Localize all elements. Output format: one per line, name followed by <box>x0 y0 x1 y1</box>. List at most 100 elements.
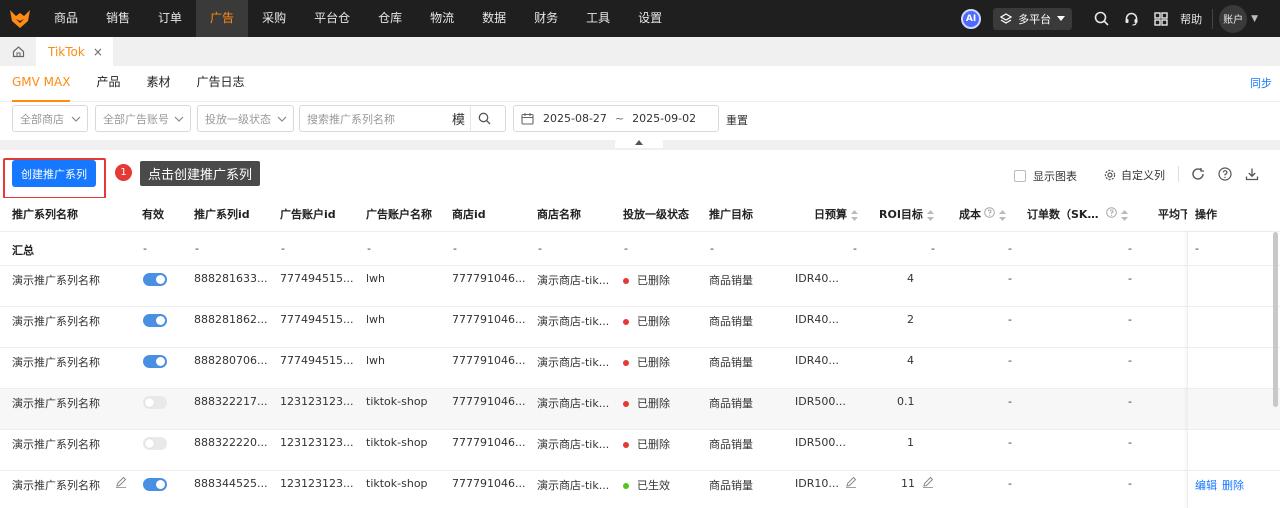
refresh-icon[interactable] <box>1190 166 1206 182</box>
nav-item-products[interactable]: 商品 <box>40 0 92 37</box>
calendar-icon <box>521 113 534 125</box>
campaign-name[interactable]: 演示推广系列名称 <box>12 354 100 370</box>
campaign-name[interactable]: 演示推广系列名称 <box>12 436 100 452</box>
enable-toggle[interactable] <box>143 314 167 327</box>
help-link[interactable]: 帮助 <box>1180 11 1202 27</box>
subtab-materials[interactable]: 素材 <box>146 66 170 102</box>
help-circle-icon[interactable] <box>984 198 995 232</box>
enable-toggle[interactable] <box>143 437 167 450</box>
gear-icon <box>1104 169 1116 181</box>
toggle-knob <box>156 316 165 325</box>
shop-id: 777791046... <box>452 313 526 326</box>
ai-icon[interactable]: AI <box>961 8 982 29</box>
roi-target: 4 <box>907 354 914 367</box>
sort-icon[interactable] <box>926 209 934 221</box>
edit-pencil-icon[interactable] <box>845 476 857 491</box>
fuzzy-mode-toggle[interactable]: 模 <box>452 109 470 128</box>
col-header-cost[interactable]: 成本 <box>959 198 1006 232</box>
grid-icon[interactable] <box>1153 11 1169 27</box>
table-row[interactable]: 演示推广系列名称 888322220... 123123123... tikto… <box>0 430 1280 471</box>
cost: - <box>1008 272 1012 285</box>
col-header-ad-account-name: 广告账户名称 <box>366 208 432 221</box>
shop-name: 演示商店-tik... <box>537 274 610 287</box>
table-row[interactable]: 演示推广系列名称 888280706... 777494515... lwh 7… <box>0 348 1280 389</box>
close-icon[interactable]: × <box>93 45 103 59</box>
summary-cell: - <box>195 242 199 255</box>
shop-select[interactable]: 全部商店 <box>12 105 88 132</box>
subtab-ad-log[interactable]: 广告日志 <box>197 66 245 102</box>
sort-icon[interactable] <box>1121 209 1129 221</box>
table-row[interactable]: 演示推广系列名称 888281862... 777494515... lwh 7… <box>0 307 1280 348</box>
sync-link[interactable]: 同步 <box>1250 75 1272 91</box>
subtab-products[interactable]: 产品 <box>96 66 120 102</box>
shop-select-placeholder: 全部商店 <box>20 112 64 126</box>
platform-switcher[interactable]: 多平台 <box>993 7 1073 30</box>
nav-item-warehouse[interactable]: 仓库 <box>364 0 416 37</box>
nav-item-platform-warehouse[interactable]: 平台仓 <box>300 0 364 37</box>
campaign-name[interactable]: 演示推广系列名称 <box>12 272 100 288</box>
date-range-picker[interactable]: 2025-08-27 ~ 2025-09-02 <box>513 105 719 132</box>
goal: 商品销量 <box>709 315 753 328</box>
home-icon[interactable] <box>0 37 36 66</box>
logo-icon[interactable] <box>0 0 40 37</box>
edit-pencil-icon[interactable] <box>922 476 934 491</box>
enable-toggle[interactable] <box>143 478 167 491</box>
reset-button[interactable]: 重置 <box>726 112 748 128</box>
download-icon[interactable] <box>1244 166 1260 182</box>
help-circle-icon[interactable] <box>1106 198 1118 232</box>
shop-name: 演示商店-tik... <box>537 356 610 369</box>
show-chart-checkbox[interactable] <box>1014 170 1026 182</box>
sort-icon[interactable] <box>851 209 858 221</box>
search-icon[interactable] <box>1093 11 1109 27</box>
nav-item-finance[interactable]: 财务 <box>520 0 572 37</box>
nav-item-sales[interactable]: 销售 <box>92 0 144 37</box>
nav-item-data[interactable]: 数据 <box>468 0 520 37</box>
collapse-filters-icon[interactable] <box>615 136 663 148</box>
enable-toggle[interactable] <box>143 273 167 286</box>
edit-pencil-icon[interactable] <box>115 476 127 491</box>
campaign-name[interactable]: 演示推广系列名称 <box>12 313 100 329</box>
status-text: 已删除 <box>637 274 670 287</box>
create-campaign-button[interactable]: 创建推广系列 <box>12 160 96 187</box>
account-caret-icon[interactable]: ▼ <box>1251 14 1258 24</box>
ad-account-id: 777494515... <box>280 272 354 285</box>
nav-item-tools[interactable]: 工具 <box>572 0 624 37</box>
nav-item-settings[interactable]: 设置 <box>624 0 676 37</box>
headset-icon[interactable] <box>1123 11 1139 27</box>
ad-account-id: 123123123... <box>280 477 354 490</box>
campaign-name[interactable]: 演示推广系列名称 <box>12 395 100 411</box>
enable-toggle[interactable] <box>143 355 167 368</box>
tab-tiktok[interactable]: TikTok × <box>36 37 113 66</box>
sort-icon[interactable] <box>999 209 1006 221</box>
search-icon[interactable] <box>470 106 498 131</box>
show-chart-toggle[interactable]: 显示图表 <box>1014 168 1077 184</box>
col-header-orders[interactable]: 订单数（SK… <box>1027 198 1129 232</box>
subtab-gmv-max[interactable]: GMV MAX <box>12 66 71 102</box>
col-header-budget-label: 日预算 <box>814 208 847 221</box>
search-input[interactable]: 搜索推广系列名称 <box>300 111 452 127</box>
nav-item-ads[interactable]: 广告 <box>196 0 249 37</box>
help-circle-icon[interactable] <box>1217 166 1233 182</box>
col-header-roi[interactable]: ROI目标 <box>879 198 934 232</box>
custom-columns-button[interactable]: 自定义列 <box>1104 167 1165 183</box>
nav-item-logistics[interactable]: 物流 <box>416 0 468 37</box>
col-header-cost-label: 成本 <box>959 208 981 221</box>
status-cell: 已删除 <box>623 272 670 288</box>
summary-cell: - <box>143 242 147 255</box>
enable-toggle[interactable] <box>143 396 167 409</box>
account-avatar[interactable]: 账户 <box>1219 4 1248 33</box>
campaign-name[interactable]: 演示推广系列名称 <box>12 477 100 493</box>
campaign-id: 888280706... <box>194 354 268 367</box>
col-header-avg: 平均下 <box>1158 208 1187 221</box>
date-end: 2025-09-02 <box>632 112 697 125</box>
status-select[interactable]: 投放一级状态 <box>197 105 294 132</box>
vertical-scrollbar[interactable] <box>1273 232 1278 407</box>
table-row[interactable]: 演示推广系列名称 888344525... 123123123... tikto… <box>0 471 1280 508</box>
nav-item-orders[interactable]: 订单 <box>144 0 196 37</box>
col-header-budget[interactable]: 日预算 <box>814 198 858 232</box>
table-row[interactable]: 演示推广系列名称 888281633... 777494515... lwh 7… <box>0 266 1280 307</box>
ad-account-select[interactable]: 全部广告账号 <box>95 105 191 132</box>
table-row[interactable]: 演示推广系列名称 888322217... 123123123... tikto… <box>0 389 1280 430</box>
campaign-id: 888281862... <box>194 313 268 326</box>
nav-item-purchasing[interactable]: 采购 <box>248 0 300 37</box>
